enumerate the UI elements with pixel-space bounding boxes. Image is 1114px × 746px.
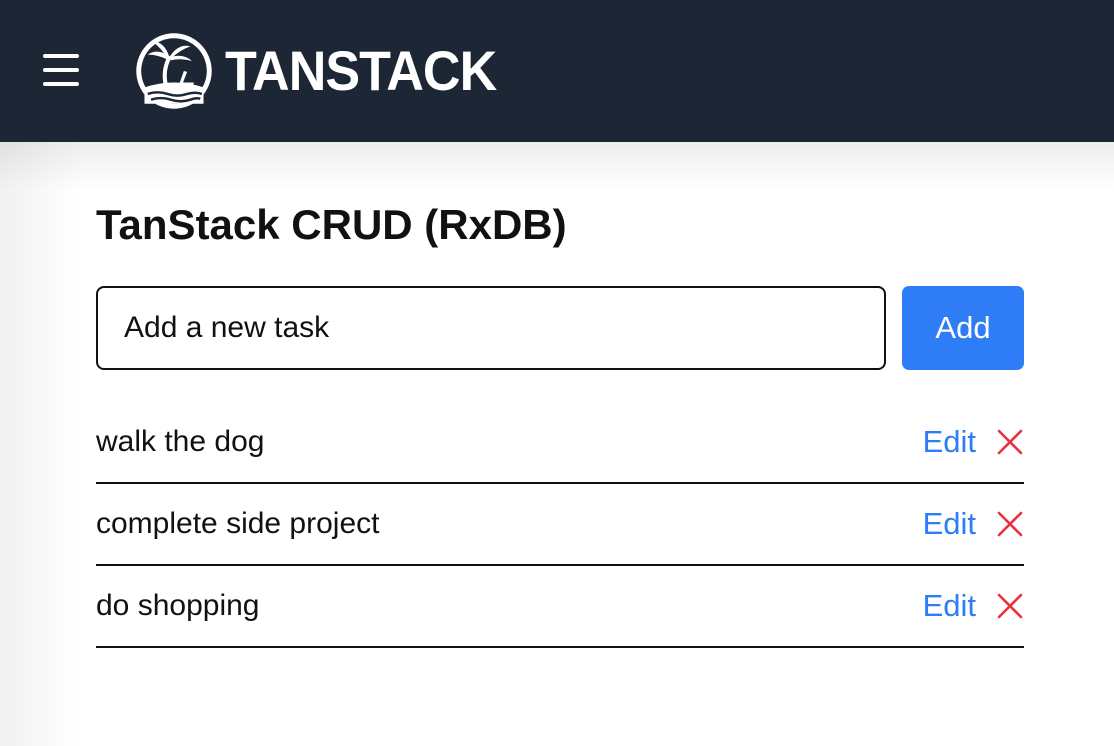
page-title: TanStack CRUD (RxDB): [96, 201, 567, 248]
task-item: do shopping Edit: [96, 566, 1024, 648]
add-task-form: Add: [96, 286, 1024, 370]
add-task-button[interactable]: Add: [902, 286, 1024, 370]
task-text: walk the dog: [96, 425, 265, 458]
close-x-icon: [997, 429, 1023, 455]
header-drop-shadow: [0, 142, 1114, 190]
task-item: walk the dog Edit: [96, 402, 1024, 484]
logo-text: TANSTACK: [225, 39, 497, 102]
close-x-icon: [997, 511, 1023, 537]
delete-task-button[interactable]: [996, 510, 1024, 538]
delete-task-button[interactable]: [996, 592, 1024, 620]
edit-task-button[interactable]: Edit: [923, 584, 976, 628]
task-text: complete side project: [96, 507, 380, 540]
task-item: complete side project Edit: [96, 484, 1024, 566]
task-text: do shopping: [96, 589, 260, 622]
tanstack-logo[interactable]: TANSTACK: [133, 29, 517, 113]
app-header: TANSTACK: [0, 0, 1114, 142]
todo-app: TanStack CRUD (RxDB) Add walk the dog Ed…: [96, 190, 1024, 648]
left-page-shadow: [0, 142, 80, 746]
new-task-input[interactable]: [96, 286, 886, 370]
hamburger-menu-icon[interactable]: [40, 50, 82, 90]
edit-task-button[interactable]: Edit: [923, 420, 976, 464]
tanstack-island-palm-logo-icon: [136, 33, 212, 109]
delete-task-button[interactable]: [996, 428, 1024, 456]
close-x-icon: [997, 593, 1023, 619]
edit-task-button[interactable]: Edit: [923, 502, 976, 546]
task-list: walk the dog Edit complete side project …: [96, 402, 1024, 648]
